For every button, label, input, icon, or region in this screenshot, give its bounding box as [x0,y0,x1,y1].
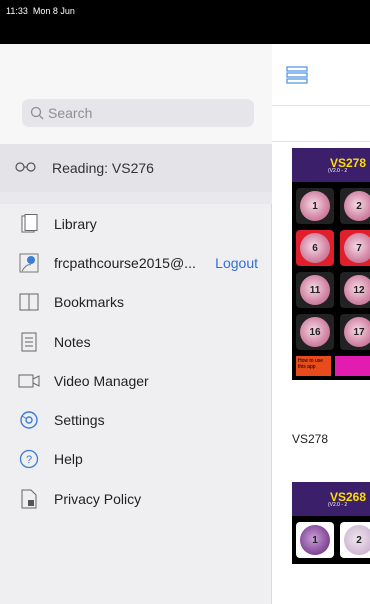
glasses-icon [14,160,42,176]
status-time: 11:33 [6,6,28,16]
card-header: VS268 (V2.0 - 2 [292,482,370,516]
sidebar: Search Reading: VS276 Library frcpathcou… [0,44,272,604]
menu-toggle-icon[interactable] [286,66,308,89]
sidebar-item-library[interactable]: Library [0,204,272,243]
card-subtitle: (V2.0 - 2 [328,502,348,508]
slide-set-card[interactable]: VS278 (V2.0 - 2 1 2 6 7 11 12 16 17 How … [292,148,370,380]
reading-label: Reading: VS276 [52,160,154,176]
thumbnail-grid: 1 2 6 7 11 12 16 17 [292,182,370,356]
library-icon [18,213,40,235]
bookmark-icon [18,291,40,313]
help-icon: ? [18,448,40,470]
search-icon [30,106,44,120]
reading-item[interactable]: Reading: VS276 [0,144,272,192]
sidebar-item-video-manager[interactable]: Video Manager [0,361,272,400]
search-input[interactable]: Search [22,99,254,127]
thumbnail-grid: 1 2 [292,516,370,564]
sidebar-item-label: Library [54,215,97,232]
sidebar-item-label: Settings [54,412,105,429]
sidebar-item-account[interactable]: frcpathcourse2015@... Logout [0,243,272,282]
slide-thumbnail[interactable]: 6 [296,230,334,266]
sidebar-item-label: Bookmarks [54,294,125,311]
slide-thumbnail[interactable]: 2 [340,188,370,224]
status-bar: 11:33 Mon 8 Jun [0,0,370,44]
sidebar-item-help[interactable]: ? Help [0,440,272,479]
slide-set-card[interactable]: VS268 (V2.0 - 2 1 2 [292,482,370,564]
slide-thumbnail[interactable]: 11 [296,272,334,308]
search-placeholder: Search [48,105,93,121]
privacy-doc-icon [18,488,40,510]
card-subtitle: (V2.0 - 2 [328,168,348,174]
account-email: frcpathcourse2015@... [54,254,196,271]
svg-text:?: ? [26,454,32,466]
sidebar-item-label: Help [54,451,83,468]
user-icon [18,252,40,274]
slide-thumbnail[interactable]: 17 [340,314,370,350]
sidebar-item-label: Privacy Policy [54,490,142,507]
slide-thumbnail[interactable]: 12 [340,272,370,308]
card-header: VS278 (V2.0 - 2 [292,148,370,182]
video-icon [18,370,40,392]
search-area: Search [0,44,272,144]
main-subheader [272,106,370,142]
slide-thumbnail[interactable]: 2 [340,522,370,558]
sidebar-item-bookmarks[interactable]: Bookmarks [0,283,272,322]
logout-button[interactable]: Logout [215,255,258,271]
sidebar-item-notes[interactable]: Notes [0,322,272,361]
slide-thumbnail[interactable]: 16 [296,314,334,350]
sidebar-menu: Library frcpathcourse2015@... Logout Boo… [0,204,272,518]
card-footer: How to use this app [292,356,370,380]
slide-thumbnail[interactable]: 7 [340,230,370,266]
main-toolbar [272,44,370,106]
card-caption: VS278 [292,432,329,446]
how-to-use-tile[interactable]: How to use this app [296,356,332,376]
main-content: VS278 (V2.0 - 2 1 2 6 7 11 12 16 17 How … [272,44,370,604]
sidebar-item-label: Video Manager [54,372,149,389]
slide-thumbnail[interactable]: 1 [296,188,334,224]
sidebar-item-settings[interactable]: Settings [0,400,272,439]
gear-icon [18,409,40,431]
slide-thumbnail[interactable]: 1 [296,522,334,558]
notes-icon [18,331,40,353]
sidebar-item-label: Notes [54,333,91,350]
status-date: Mon 8 Jun [32,6,75,16]
course-info-tile[interactable] [335,356,370,376]
sidebar-item-privacy-policy[interactable]: Privacy Policy [0,479,272,518]
divider [0,192,272,204]
